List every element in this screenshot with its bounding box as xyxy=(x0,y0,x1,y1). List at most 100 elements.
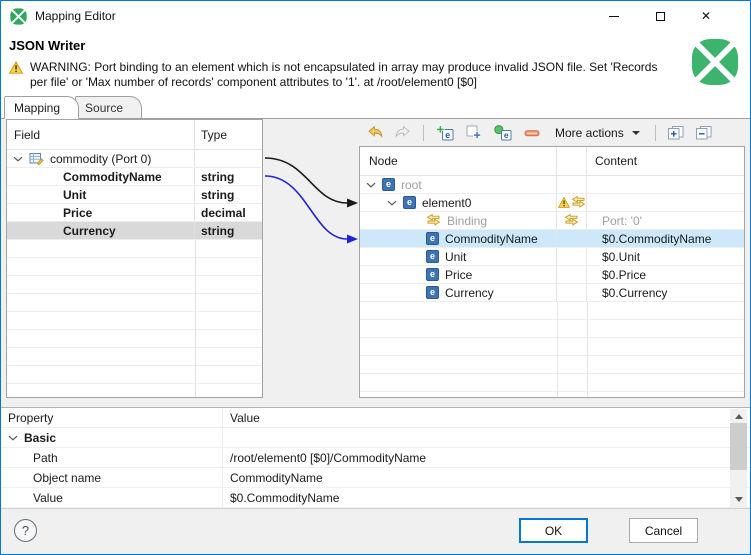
maximize-icon xyxy=(655,11,665,21)
warning-icon xyxy=(9,61,23,74)
field-table-empty-rows xyxy=(7,240,262,397)
chevron-down-icon[interactable] xyxy=(8,435,18,441)
element-icon: e xyxy=(426,286,439,299)
node-table-header: Node Content xyxy=(360,147,744,176)
node-row-root[interactable]: e root xyxy=(360,176,744,194)
port-binding-icon xyxy=(571,196,585,208)
mapping-area: Field Type commodity (Port 0) CommodityN… xyxy=(1,119,750,398)
dialog-header: JSON Writer WARNING: Port binding to an … xyxy=(1,31,750,97)
help-icon: ? xyxy=(21,523,30,538)
column-header-value: Value xyxy=(230,410,260,425)
tab-bar: Mapping Source xyxy=(1,96,750,119)
add-attribute-icon xyxy=(466,125,481,139)
close-icon: ✕ xyxy=(700,9,712,23)
minimize-icon xyxy=(609,15,619,17)
port-binding-icon xyxy=(564,214,579,226)
element-icon: e xyxy=(403,196,416,209)
expand-all-icon xyxy=(667,125,684,139)
property-group-basic[interactable]: Basic xyxy=(1,428,750,448)
field-table-header: Field Type xyxy=(7,120,262,150)
minimize-button[interactable] xyxy=(591,1,637,31)
node-row-selected[interactable]: e CommodityName $0.CommodityName xyxy=(360,230,744,248)
page-title: JSON Writer xyxy=(9,38,86,53)
clover-logo xyxy=(691,38,739,86)
node-row[interactable]: e Unit $0.Unit xyxy=(360,248,744,266)
warning-icon xyxy=(557,197,570,208)
tab-source[interactable]: Source xyxy=(75,96,143,118)
column-header-content: Content xyxy=(595,154,638,168)
node-toolbar: e e More actions xyxy=(359,119,745,146)
warning-message: WARNING: Port binding to an element whic… xyxy=(9,60,669,90)
toolbar-separator xyxy=(423,124,424,141)
tab-mapping[interactable]: Mapping xyxy=(4,96,80,119)
add-element-button[interactable]: e xyxy=(433,123,457,143)
property-panel: Property Value Basic Path /root/element0… xyxy=(1,407,750,508)
scrollbar-thumb[interactable] xyxy=(730,423,747,470)
add-wildcard-element-button[interactable]: e xyxy=(491,123,515,143)
scroll-down-button[interactable] xyxy=(730,492,747,507)
port-binding-icon xyxy=(426,214,441,226)
node-panel: e e More actions Node Content e root e e… xyxy=(359,119,745,398)
more-actions-button[interactable]: More actions xyxy=(549,124,646,142)
chevron-down-icon[interactable] xyxy=(366,182,376,188)
property-table-header: Property Value xyxy=(1,408,750,428)
toolbar-separator xyxy=(654,124,656,141)
help-button[interactable]: ? xyxy=(14,519,37,542)
property-row[interactable]: Path /root/element0 [$0]/CommodityName xyxy=(1,448,750,468)
undo-icon xyxy=(368,126,383,138)
redo-button[interactable] xyxy=(392,124,414,141)
add-attribute-button[interactable] xyxy=(463,123,485,143)
scroll-up-icon xyxy=(734,414,743,419)
field-row-selected[interactable]: Currency string xyxy=(7,222,262,240)
dialog-footer: ? OK Cancel xyxy=(1,508,750,554)
scroll-up-button[interactable] xyxy=(730,409,747,424)
scroll-down-icon xyxy=(734,497,743,502)
record-icon xyxy=(29,152,44,165)
close-button[interactable]: ✕ xyxy=(683,1,729,31)
caption-buttons: ✕ xyxy=(591,1,729,31)
mapping-editor-dialog: Mapping Editor ✕ JSON Writer WARNING: Po… xyxy=(0,0,751,555)
property-row[interactable]: Object name CommodityName xyxy=(1,468,750,488)
add-element-icon: e xyxy=(436,124,454,140)
node-tree-table: Node Content e root e element0 Binding P… xyxy=(359,146,745,398)
remove-button[interactable] xyxy=(521,123,543,143)
svg-text:e: e xyxy=(445,129,450,139)
column-header-property: Property xyxy=(1,408,223,427)
chevron-down-icon[interactable] xyxy=(387,200,397,206)
field-root-row[interactable]: commodity (Port 0) xyxy=(7,150,262,168)
input-field-table: Field Type commodity (Port 0) CommodityN… xyxy=(6,119,263,398)
column-header-node: Node xyxy=(360,147,557,175)
field-row[interactable]: Price decimal xyxy=(7,204,262,222)
property-scrollbar[interactable] xyxy=(730,409,747,507)
column-header-field: Field xyxy=(7,120,195,149)
property-row[interactable]: Value $0.CommodityName xyxy=(1,488,750,508)
node-row-binding[interactable]: Binding Port: '0' xyxy=(360,212,744,230)
collapse-all-icon xyxy=(695,125,712,139)
element-icon: e xyxy=(426,232,439,245)
undo-button[interactable] xyxy=(364,124,386,141)
element-icon: e xyxy=(382,178,395,191)
mapping-connection-arrows xyxy=(264,157,358,244)
node-table-empty-rows xyxy=(360,302,744,397)
field-root-label: commodity (Port 0) xyxy=(50,151,152,166)
collapse-all-button[interactable] xyxy=(693,124,715,142)
element-icon: e xyxy=(426,250,439,263)
title-bar[interactable]: Mapping Editor ✕ xyxy=(1,1,750,31)
column-header-type: Type xyxy=(201,127,228,142)
ok-button[interactable]: OK xyxy=(519,518,588,543)
warning-text: WARNING: Port binding to an element whic… xyxy=(30,60,658,89)
maximize-button[interactable] xyxy=(637,1,683,31)
add-wildcard-element-icon: e xyxy=(494,124,512,140)
dropdown-caret-icon xyxy=(631,130,640,135)
node-row[interactable]: e Price $0.Price xyxy=(360,266,744,284)
expand-all-button[interactable] xyxy=(665,124,687,142)
field-row[interactable]: CommodityName string xyxy=(7,168,262,186)
splitter-sash[interactable] xyxy=(1,398,750,407)
node-row[interactable]: e Currency $0.Currency xyxy=(360,284,744,302)
cancel-button[interactable]: Cancel xyxy=(629,518,698,543)
field-row[interactable]: Unit string xyxy=(7,186,262,204)
chevron-down-icon[interactable] xyxy=(13,156,23,162)
clover-app-icon xyxy=(10,7,27,25)
element-icon: e xyxy=(426,268,439,281)
node-row-element0[interactable]: e element0 xyxy=(360,194,744,212)
